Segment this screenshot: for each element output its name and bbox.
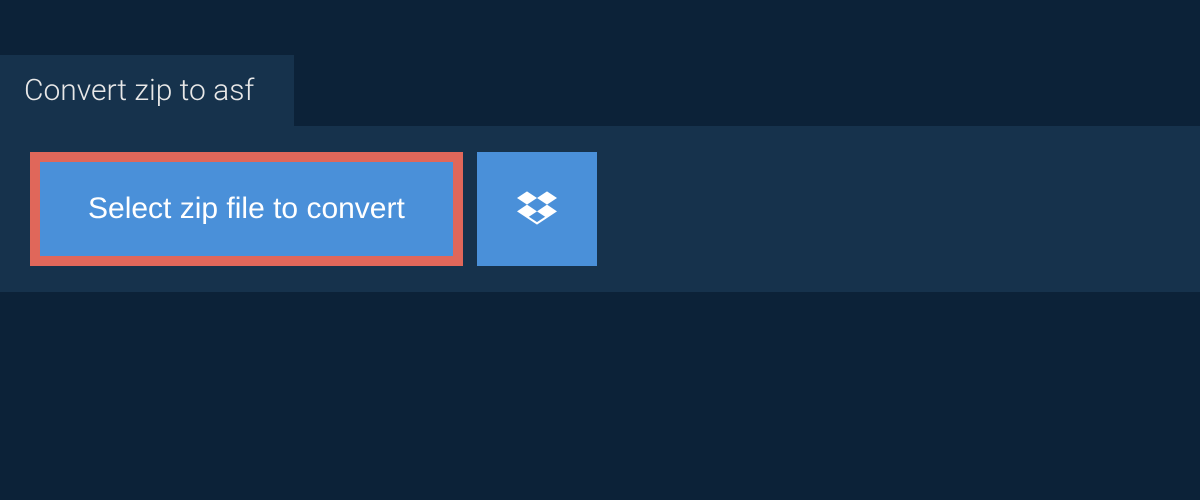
upload-panel: Select zip file to convert <box>0 126 1200 292</box>
select-file-label: Select zip file to convert <box>88 192 405 226</box>
dropbox-upload-button[interactable] <box>477 152 597 266</box>
select-file-button[interactable]: Select zip file to convert <box>30 152 463 266</box>
page-title: Convert zip to asf <box>24 73 254 108</box>
tab-header: Convert zip to asf <box>0 55 294 126</box>
dropbox-icon <box>517 188 557 231</box>
